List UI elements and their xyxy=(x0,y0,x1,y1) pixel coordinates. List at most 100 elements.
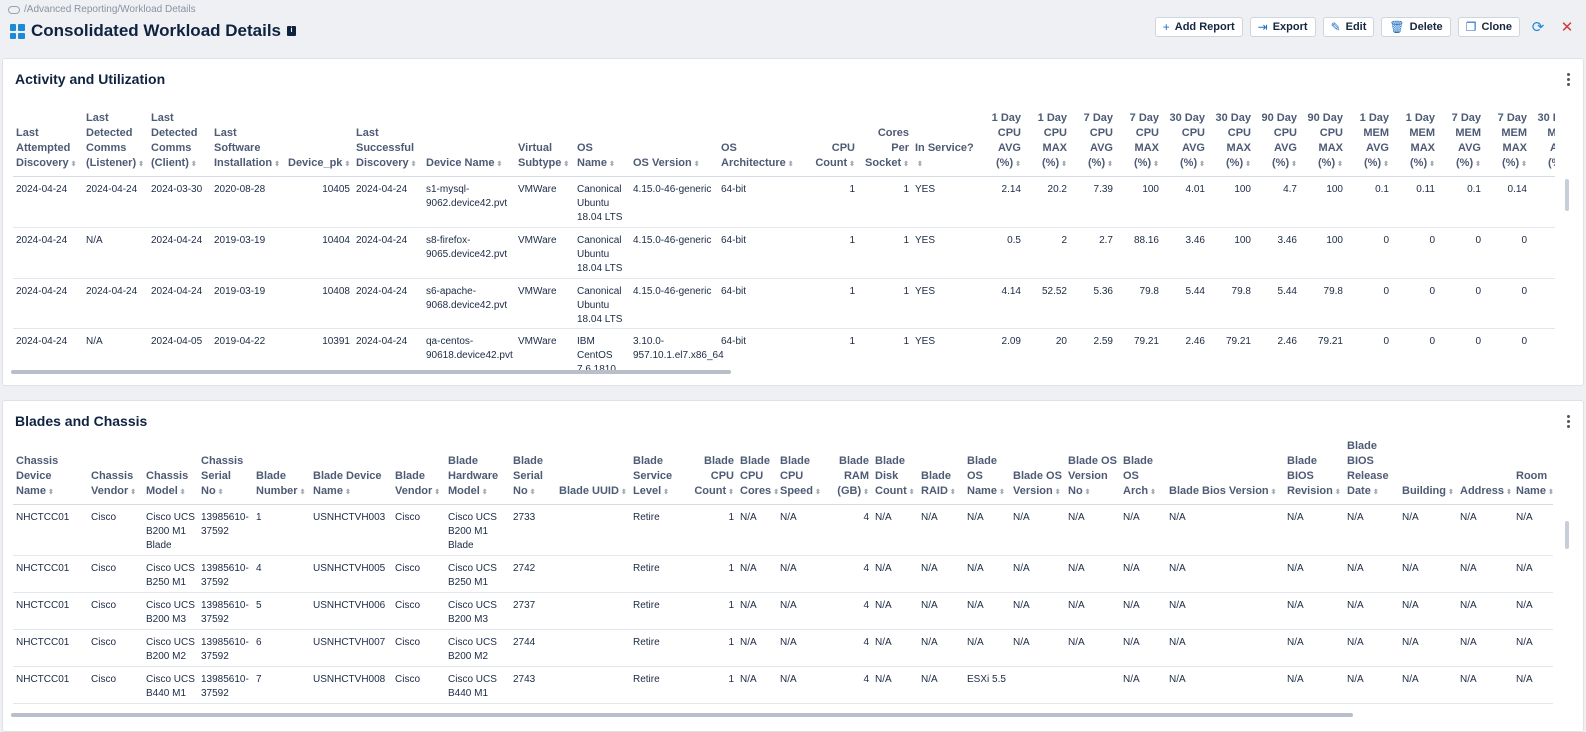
sort-icon[interactable]: ⬍ xyxy=(1245,161,1251,168)
edit-button[interactable]: ✎ Edit xyxy=(1322,17,1375,37)
sort-icon[interactable]: ⬍ xyxy=(1506,489,1512,496)
column-header[interactable]: Last Software Installation ⬍ xyxy=(211,111,285,177)
column-header[interactable]: CPU Count ⬍ xyxy=(808,111,858,177)
column-header[interactable]: Chassis Serial No ⬍ xyxy=(198,439,253,505)
column-header[interactable]: Blade RAM (GB) ⬍ xyxy=(832,439,872,505)
column-header[interactable]: Device Name ⬍ xyxy=(423,111,515,177)
column-header[interactable]: Blade Service Level ⬍ xyxy=(630,439,691,505)
table-row[interactable]: NHCTCC01 Cisco Cisco UCS B200 M1 Blade 1398… xyxy=(13,504,1553,556)
sort-icon[interactable]: ⬍ xyxy=(218,489,224,496)
refresh-icon[interactable]: ⟳ xyxy=(1527,17,1549,37)
sort-icon[interactable]: ⬍ xyxy=(1061,161,1067,168)
table-row[interactable]: NHCTCC01 Cisco Cisco UCS B440 M1 13985610-3… xyxy=(13,666,1553,704)
blades-vertical-scrollbar[interactable] xyxy=(1565,521,1569,549)
column-header[interactable]: Blade Device Name ⬍ xyxy=(310,439,392,505)
column-header[interactable]: 30 Day MEM AVG (%)⬍ xyxy=(1530,111,1555,177)
sort-icon[interactable]: ⬍ xyxy=(694,161,700,168)
column-header[interactable]: 7 Day MEM MAX (%) ⬍ xyxy=(1484,111,1530,177)
sort-icon[interactable]: ⬍ xyxy=(274,161,280,168)
sort-icon[interactable]: ⬍ xyxy=(344,161,350,168)
sort-icon[interactable]: ⬍ xyxy=(1153,161,1159,168)
column-header[interactable]: 1 Day CPU MAX (%) ⬍ xyxy=(1024,111,1070,177)
column-header[interactable]: Blade CPU Speed ⬍ xyxy=(777,439,832,505)
column-header[interactable]: Blade OS Version ⬍ xyxy=(1010,439,1065,505)
column-header[interactable]: 30 Day CPU AVG (%) ⬍ xyxy=(1162,111,1208,177)
breadcrumb[interactable]: /Advanced Reporting/Workload Details xyxy=(8,4,196,15)
sort-icon[interactable]: ⬍ xyxy=(1107,161,1113,168)
sort-icon[interactable]: ⬍ xyxy=(563,161,569,168)
kebab-menu-icon[interactable] xyxy=(1567,73,1571,86)
column-header[interactable]: Last Detected Comms (Listener) ⬍ xyxy=(83,111,148,177)
sort-icon[interactable]: ⬍ xyxy=(1150,489,1156,496)
sort-icon[interactable]: ⬍ xyxy=(191,161,197,168)
sort-icon[interactable]: ⬍ xyxy=(497,161,503,168)
sort-icon[interactable]: ⬍ xyxy=(345,489,351,496)
table-row[interactable]: 2024-04-24 N/A 2024-04-24 2019-03-19 10404 20… xyxy=(13,227,1555,279)
activity-vertical-scrollbar[interactable] xyxy=(1565,179,1569,211)
sort-icon[interactable]: ⬍ xyxy=(788,161,794,168)
column-header[interactable]: 7 Day CPU AVG (%) ⬍ xyxy=(1070,111,1116,177)
column-header[interactable]: Blade OS Arch ⬍ xyxy=(1120,439,1166,505)
sort-icon[interactable]: ⬍ xyxy=(1199,161,1205,168)
sort-icon[interactable]: ⬍ xyxy=(849,161,855,168)
sort-icon[interactable]: ⬍ xyxy=(1429,161,1435,168)
sort-icon[interactable]: ⬍ xyxy=(1475,161,1481,168)
sort-icon[interactable]: ⬍ xyxy=(1373,489,1379,496)
sort-icon[interactable]: ⬍ xyxy=(1271,489,1277,496)
sort-icon[interactable]: ⬍ xyxy=(48,489,54,496)
sort-icon[interactable]: ⬍ xyxy=(621,489,627,496)
column-header[interactable]: OS Version ⬍ xyxy=(630,111,718,177)
sort-icon[interactable]: ⬍ xyxy=(1448,489,1454,496)
column-header[interactable]: 7 Day CPU MAX (%) ⬍ xyxy=(1116,111,1162,177)
column-header[interactable]: OS Architecture ⬍ xyxy=(718,111,808,177)
add-report-button[interactable]: + Add Report xyxy=(1154,17,1243,37)
column-header[interactable]: In Service? ⬍ xyxy=(912,111,978,177)
sort-icon[interactable]: ⬍ xyxy=(130,489,136,496)
column-header[interactable]: Chassis Model ⬍ xyxy=(143,439,198,505)
table-row[interactable]: 2024-04-24 2024-04-24 2024-03-30 2020-08-28… xyxy=(13,176,1555,228)
sort-icon[interactable]: ⬍ xyxy=(1015,161,1021,168)
sort-icon[interactable]: ⬍ xyxy=(909,489,915,496)
sort-icon[interactable]: ⬍ xyxy=(950,489,956,496)
column-header[interactable]: Last Detected Comms (Client) ⬍ xyxy=(148,111,211,177)
column-header[interactable]: Blade UUID ⬍ xyxy=(556,439,630,505)
table-row[interactable]: NHCTCC01 Cisco Cisco UCS B200 M2 13985610-3… xyxy=(13,629,1553,667)
sort-icon[interactable]: ⬍ xyxy=(903,161,909,168)
table-row[interactable]: 2024-04-24 2024-04-24 2024-04-24 2019-03-19… xyxy=(13,278,1555,329)
column-header[interactable]: 7 Day MEM AVG (%) ⬍ xyxy=(1438,111,1484,177)
column-header[interactable]: Blade Hardware Model ⬍ xyxy=(445,439,510,505)
column-header[interactable]: Blade RAID ⬍ xyxy=(918,439,964,505)
sort-icon[interactable]: ⬍ xyxy=(1521,161,1527,168)
column-header[interactable]: 1 Day MEM MAX (%) ⬍ xyxy=(1392,111,1438,177)
column-header[interactable]: Blade Disk Count ⬍ xyxy=(872,439,918,505)
column-header[interactable]: Blade CPU Cores ⬍ xyxy=(737,439,779,505)
sort-icon[interactable]: ⬍ xyxy=(1337,161,1343,168)
sort-icon[interactable]: ⬍ xyxy=(863,489,869,496)
table-row[interactable]: NHCTCC01 Cisco Cisco UCS B250 M1 13985610-3… xyxy=(13,555,1553,593)
column-header[interactable]: Last Successful Discovery ⬍ xyxy=(353,111,423,177)
column-header[interactable]: 1 Day MEM AVG (%) ⬍ xyxy=(1346,111,1392,177)
sort-icon[interactable]: ⬍ xyxy=(917,161,923,168)
sort-icon[interactable]: ⬍ xyxy=(71,161,77,168)
sort-icon[interactable]: ⬍ xyxy=(1085,489,1091,496)
sort-icon[interactable]: ⬍ xyxy=(300,489,306,496)
column-header[interactable]: Blade BIOS Revision ⬍ xyxy=(1284,439,1344,505)
sort-icon[interactable]: ⬍ xyxy=(411,161,417,168)
column-header[interactable]: 90 Day CPU MAX (%) ⬍ xyxy=(1300,111,1346,177)
column-header[interactable]: 1 Day CPU AVG (%) ⬍ xyxy=(978,111,1024,177)
column-header[interactable]: Cores Per Socket ⬍ xyxy=(858,111,912,177)
delete-button[interactable]: 🗑 Delete xyxy=(1381,17,1451,37)
close-icon[interactable]: ✕ xyxy=(1556,17,1578,37)
table-row[interactable]: NHCTCC01 Cisco Cisco UCS B200 M3 13985610-3… xyxy=(13,592,1553,630)
column-header[interactable]: Blade Serial No ⬍ xyxy=(510,439,556,505)
sort-icon[interactable]: ⬍ xyxy=(434,489,440,496)
sort-icon[interactable]: ⬍ xyxy=(1055,489,1061,496)
sort-icon[interactable]: ⬍ xyxy=(138,161,144,168)
blades-horizontal-scrollbar[interactable] xyxy=(11,713,1353,717)
column-header[interactable]: Device_pk ⬍ xyxy=(285,111,353,177)
table-row[interactable]: 2024-04-24 N/A 2024-04-05 2019-04-22 10391 20… xyxy=(13,328,1555,371)
export-button[interactable]: ⇥ Export xyxy=(1249,17,1316,37)
column-header[interactable]: 30 Day CPU MAX (%) ⬍ xyxy=(1208,111,1254,177)
clone-button[interactable]: ❐ Clone xyxy=(1457,17,1520,37)
breadcrumb-text[interactable]: /Advanced Reporting/Workload Details xyxy=(24,4,196,15)
